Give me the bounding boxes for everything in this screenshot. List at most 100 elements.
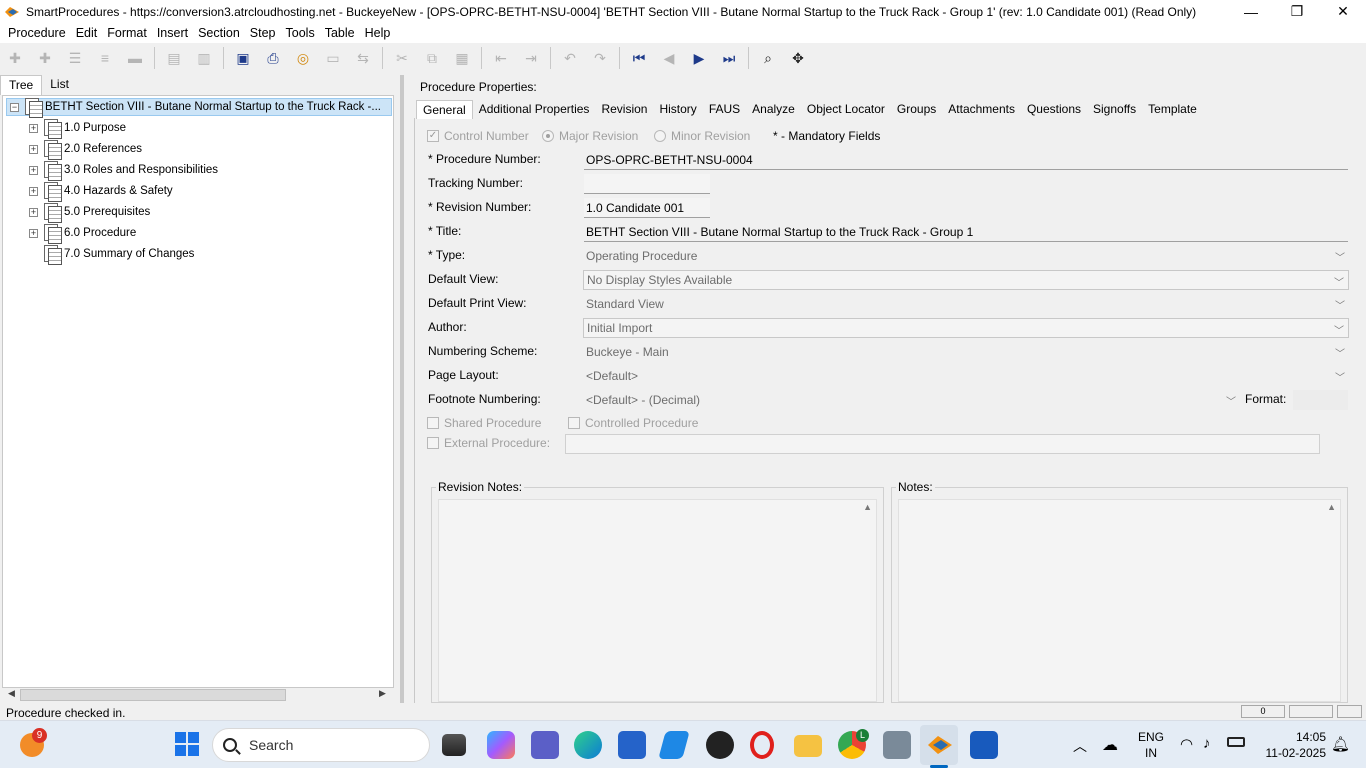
scroll-right-icon[interactable]: ▶ bbox=[379, 688, 386, 699]
shared-procedure-checkbox[interactable]: Shared Procedure bbox=[427, 416, 541, 430]
spell-check-icon[interactable]: ◎ bbox=[292, 47, 314, 69]
type-select[interactable]: Operating Procedure ﹀ bbox=[583, 246, 1349, 266]
control-number-checkbox[interactable]: ✓ Control Number bbox=[427, 129, 529, 143]
remote-app-icon[interactable] bbox=[883, 731, 911, 759]
collapse-icon[interactable]: − bbox=[10, 102, 19, 112]
major-revision-radio[interactable]: Major Revision bbox=[542, 129, 638, 143]
tab-faus[interactable]: FAUS bbox=[703, 100, 746, 119]
redo-icon[interactable]: ↷ bbox=[589, 47, 611, 69]
indent-right-icon[interactable]: ⇥ bbox=[520, 47, 542, 69]
expand-icon[interactable]: + bbox=[29, 144, 38, 154]
tab-signoffs[interactable]: Signoffs bbox=[1087, 100, 1142, 119]
expand-icon[interactable]: + bbox=[29, 123, 38, 133]
minor-revision-radio[interactable]: Minor Revision bbox=[654, 129, 750, 143]
transform-icon[interactable]: ⇆ bbox=[352, 47, 374, 69]
teams-icon[interactable] bbox=[531, 731, 559, 759]
tab-groups[interactable]: Groups bbox=[891, 100, 942, 119]
menu-edit[interactable]: Edit bbox=[71, 26, 103, 40]
save-all-icon[interactable]: ▥ bbox=[193, 47, 215, 69]
minimize-button[interactable]: — bbox=[1228, 0, 1274, 23]
restore-button[interactable]: ❐ bbox=[1274, 0, 1320, 23]
scroll-left-icon[interactable]: ◀ bbox=[8, 688, 15, 699]
revision-notes-textarea[interactable]: ▲ bbox=[438, 499, 877, 702]
tab-questions[interactable]: Questions bbox=[1021, 100, 1087, 119]
indent-icon[interactable]: ≡ bbox=[94, 47, 116, 69]
notes-textarea[interactable]: ▲ bbox=[898, 499, 1341, 702]
expand-icon[interactable]: + bbox=[29, 228, 38, 238]
tab-revision[interactable]: Revision bbox=[595, 100, 653, 119]
smartprocedures-taskbar-icon[interactable] bbox=[926, 733, 954, 757]
menu-procedure[interactable]: Procedure bbox=[3, 26, 71, 40]
task-view-icon[interactable] bbox=[442, 734, 466, 756]
footnote-numbering-select[interactable]: <Default> - (Decimal) ﹀ bbox=[583, 390, 1240, 410]
title-field[interactable]: BETHT Section VIII - Butane Normal Start… bbox=[584, 222, 1348, 242]
menu-format[interactable]: Format bbox=[102, 26, 152, 40]
default-print-view-select[interactable]: Standard View ﹀ bbox=[583, 294, 1349, 314]
menu-tools[interactable]: Tools bbox=[281, 26, 320, 40]
word-icon[interactable] bbox=[970, 731, 998, 759]
volume-icon[interactable]: ♪ bbox=[1203, 735, 1211, 752]
tab-attachments[interactable]: Attachments bbox=[942, 100, 1021, 119]
author-select[interactable]: Initial Import ﹀ bbox=[583, 318, 1349, 338]
undo-icon[interactable]: ↶ bbox=[559, 47, 581, 69]
scroll-up-icon[interactable]: ▲ bbox=[863, 502, 872, 512]
tab-general[interactable]: General bbox=[416, 100, 473, 119]
list-icon[interactable]: ☰ bbox=[64, 47, 86, 69]
add-child-icon[interactable]: ✚ bbox=[34, 47, 56, 69]
menu-section[interactable]: Section bbox=[193, 26, 245, 40]
battery-icon[interactable] bbox=[1227, 737, 1245, 747]
first-icon[interactable]: ⏮ bbox=[628, 47, 650, 69]
revision-number-field[interactable]: 1.0 Candidate 001 bbox=[584, 198, 710, 218]
tab-analyze[interactable]: Analyze bbox=[746, 100, 801, 119]
expand-icon[interactable]: + bbox=[29, 165, 38, 175]
paste-icon[interactable]: ▦ bbox=[451, 47, 473, 69]
image-icon[interactable]: ▭ bbox=[322, 47, 344, 69]
tree-horizontal-scrollbar[interactable]: ◀ ▶ bbox=[2, 688, 394, 702]
move-icon[interactable]: ✥ bbox=[787, 47, 809, 69]
taskbar-search[interactable]: Search bbox=[212, 728, 430, 762]
store-icon[interactable] bbox=[618, 731, 646, 759]
scroll-up-icon[interactable]: ▲ bbox=[1327, 502, 1336, 512]
previous-icon[interactable]: ◀ bbox=[658, 47, 680, 69]
wifi-icon[interactable]: ◠ bbox=[1180, 735, 1193, 753]
page-layout-select[interactable]: <Default> ﹀ bbox=[583, 366, 1349, 386]
save-icon[interactable]: ▤ bbox=[163, 47, 185, 69]
format-field[interactable] bbox=[1293, 390, 1348, 410]
tree-item-procedure[interactable]: + 6.0 Procedure bbox=[29, 223, 136, 244]
add-icon[interactable]: ✚ bbox=[4, 47, 26, 69]
external-procedure-checkbox[interactable]: External Procedure: bbox=[427, 436, 550, 450]
expand-icon[interactable]: + bbox=[29, 186, 38, 196]
tree-item-purpose[interactable]: + 1.0 Purpose bbox=[29, 118, 126, 139]
windows-start-icon[interactable] bbox=[174, 731, 202, 759]
dell-icon[interactable] bbox=[706, 731, 734, 759]
scrollbar-thumb[interactable] bbox=[20, 689, 286, 701]
opera-icon[interactable] bbox=[750, 731, 774, 759]
tree-item-roles[interactable]: + 3.0 Roles and Responsibilities bbox=[29, 160, 218, 181]
preview-icon[interactable]: ▣ bbox=[232, 47, 254, 69]
last-icon[interactable]: ⏭ bbox=[718, 47, 740, 69]
outdent-icon[interactable]: ⇤ bbox=[490, 47, 512, 69]
menu-help[interactable]: Help bbox=[360, 26, 396, 40]
tab-list[interactable]: List bbox=[42, 75, 77, 95]
tree-item-summary[interactable]: 7.0 Summary of Changes bbox=[29, 244, 194, 265]
default-view-select[interactable]: No Display Styles Available ﹀ bbox=[583, 270, 1349, 290]
cut-icon[interactable]: ✂ bbox=[391, 47, 413, 69]
print-icon[interactable]: ⎙ bbox=[262, 47, 284, 69]
tree-item-hazards[interactable]: + 4.0 Hazards & Safety bbox=[29, 181, 173, 202]
numbering-scheme-select[interactable]: Buckeye - Main ﹀ bbox=[583, 342, 1349, 362]
tab-tree[interactable]: Tree bbox=[0, 75, 43, 95]
menu-step[interactable]: Step bbox=[245, 26, 281, 40]
tracking-number-field[interactable] bbox=[584, 174, 710, 194]
edge-icon[interactable] bbox=[574, 731, 602, 759]
file-explorer-icon[interactable] bbox=[794, 735, 822, 757]
notification-bell-icon[interactable]: 🔔︎ bbox=[1331, 735, 1350, 753]
expand-icon[interactable]: + bbox=[29, 207, 38, 217]
external-procedure-field[interactable] bbox=[565, 434, 1320, 454]
tab-additional-properties[interactable]: Additional Properties bbox=[473, 100, 596, 119]
pane-splitter[interactable] bbox=[400, 75, 404, 703]
remove-icon[interactable]: ▬ bbox=[124, 47, 146, 69]
tab-object-locator[interactable]: Object Locator bbox=[801, 100, 891, 119]
find-icon[interactable]: ⌕ bbox=[757, 47, 779, 69]
next-icon[interactable]: ▶ bbox=[688, 47, 710, 69]
tree-root[interactable]: − BETHT Section VIII - Butane Normal Sta… bbox=[6, 98, 392, 118]
